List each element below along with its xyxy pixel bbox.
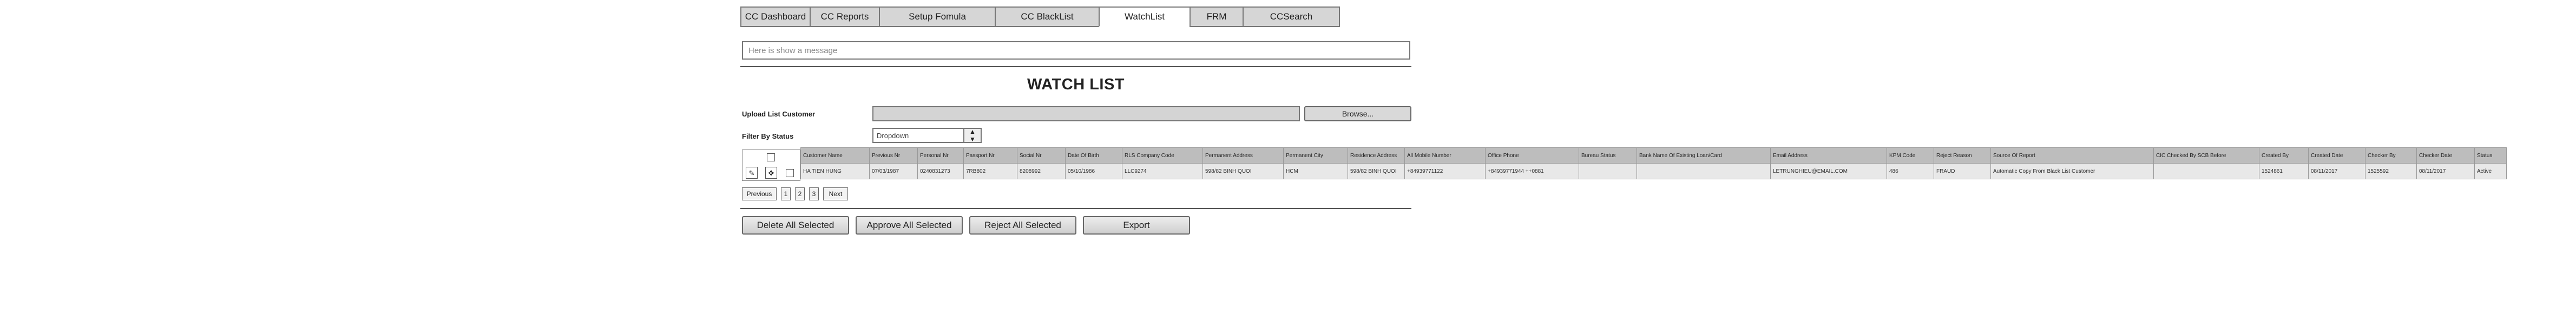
delete-all-selected-button[interactable]: Delete All Selected bbox=[742, 216, 849, 235]
table-cell: 1524861 bbox=[2259, 163, 2309, 179]
column-header[interactable]: KPM Code bbox=[1887, 147, 1934, 164]
column-header[interactable]: Passport Nr bbox=[963, 147, 1017, 164]
top-tab-bar: CC Dashboard CC Reports Setup Fomula CC … bbox=[740, 6, 1410, 27]
column-header[interactable]: Email Address bbox=[1770, 147, 1887, 164]
table-cell: 05/10/1986 bbox=[1065, 163, 1122, 179]
table-cell: 08/11/2017 bbox=[2416, 163, 2475, 179]
filter-label: Filter By Status bbox=[742, 132, 794, 140]
row-checkbox[interactable] bbox=[786, 169, 794, 177]
table-cell bbox=[2153, 163, 2259, 179]
table-cell: HCM bbox=[1283, 163, 1348, 179]
column-header[interactable]: Previous Nr bbox=[869, 147, 918, 164]
divider bbox=[740, 208, 1411, 209]
table-header-row: Customer Name Previous Nr Personal Nr Pa… bbox=[800, 147, 2507, 164]
tab-ccsearch[interactable]: CCSearch bbox=[1243, 6, 1340, 27]
column-header[interactable]: Social Nr bbox=[1017, 147, 1066, 164]
column-header[interactable]: Reject Reason bbox=[1934, 147, 1991, 164]
page-button[interactable]: 2 bbox=[795, 187, 805, 200]
column-header[interactable]: Created By bbox=[2259, 147, 2309, 164]
tab-cc-blacklist[interactable]: CC BlackList bbox=[995, 6, 1099, 27]
table-cell: 08/11/2017 bbox=[2308, 163, 2365, 179]
reject-all-selected-button[interactable]: Reject All Selected bbox=[969, 216, 1076, 235]
previous-page-button[interactable]: Previous bbox=[742, 187, 777, 200]
browse-button[interactable]: Browse... bbox=[1304, 106, 1411, 121]
message-box: Here is show a message bbox=[742, 41, 1410, 60]
column-header[interactable]: Permanent City bbox=[1283, 147, 1348, 164]
column-header[interactable]: All Mobile Number bbox=[1404, 147, 1486, 164]
table-cell bbox=[1579, 163, 1637, 179]
table-cell: 1525592 bbox=[2365, 163, 2417, 179]
table-cell: Automatic Copy From Black List Customer bbox=[1990, 163, 2154, 179]
move-icon[interactable]: ✥ bbox=[765, 167, 777, 179]
table-cell bbox=[1637, 163, 1771, 179]
table-cell: +84939771944 ++0881 bbox=[1485, 163, 1579, 179]
tab-cc-dashboard[interactable]: CC Dashboard bbox=[740, 6, 810, 27]
table-cell: 07/03/1987 bbox=[869, 163, 918, 179]
status-dropdown[interactable]: Dropdown ▲ ▼ bbox=[872, 128, 982, 143]
edit-icon[interactable]: ✎ bbox=[746, 167, 758, 179]
column-header[interactable]: RLS Company Code bbox=[1122, 147, 1203, 164]
divider bbox=[740, 66, 1411, 67]
export-button[interactable]: Export bbox=[1083, 216, 1190, 235]
column-header[interactable]: Source Of Report bbox=[1990, 147, 2154, 164]
page-button[interactable]: 3 bbox=[809, 187, 819, 200]
table-cell: 8208992 bbox=[1017, 163, 1066, 179]
row-controls-panel: ✎ ✥ bbox=[742, 150, 800, 181]
table-cell: +84939771122 bbox=[1404, 163, 1486, 179]
table-cell: 7RB802 bbox=[963, 163, 1017, 179]
column-header[interactable]: Bureau Status bbox=[1579, 147, 1637, 164]
column-header[interactable]: Bank Name Of Existing Loan/Card bbox=[1637, 147, 1771, 164]
table-cell: LETRUNGHIEU@EMAIL.COM bbox=[1770, 163, 1887, 179]
next-page-button[interactable]: Next bbox=[823, 187, 848, 200]
column-header[interactable]: Personal Nr bbox=[917, 147, 964, 164]
column-header[interactable]: Office Phone bbox=[1485, 147, 1579, 164]
page-title: WATCH LIST bbox=[1027, 76, 1125, 93]
column-header[interactable]: Created Date bbox=[2308, 147, 2365, 164]
table-cell: HA TIEN HUNG bbox=[800, 163, 870, 179]
tab-cc-reports[interactable]: CC Reports bbox=[810, 6, 879, 27]
table-cell: LLC9274 bbox=[1122, 163, 1203, 179]
table-row[interactable]: HA TIEN HUNG 07/03/1987 0240831273 7RB80… bbox=[800, 163, 2507, 179]
column-header[interactable]: Date Of Birth bbox=[1065, 147, 1122, 164]
approve-all-selected-button[interactable]: Approve All Selected bbox=[856, 216, 963, 235]
column-header[interactable]: Checker Date bbox=[2416, 147, 2475, 164]
upload-file-input[interactable] bbox=[872, 106, 1300, 121]
tab-frm[interactable]: FRM bbox=[1190, 6, 1243, 27]
upload-label: Upload List Customer bbox=[742, 110, 816, 118]
table-cell: Active bbox=[2474, 163, 2507, 179]
spinner-arrows-icon[interactable]: ▲ ▼ bbox=[963, 128, 981, 143]
tab-setup-fomula[interactable]: Setup Fomula bbox=[879, 6, 995, 27]
tab-watchlist[interactable]: WatchList bbox=[1099, 6, 1190, 27]
table-cell: FRAUD bbox=[1934, 163, 1991, 179]
table-cell: 598/82 BINH QUOI bbox=[1348, 163, 1405, 179]
column-header[interactable]: Checker By bbox=[2365, 147, 2417, 164]
table-cell: 486 bbox=[1887, 163, 1934, 179]
column-header[interactable]: Permanent Address bbox=[1202, 147, 1284, 164]
status-dropdown-value: Dropdown bbox=[877, 131, 909, 140]
table-cell: 0240831273 bbox=[917, 163, 964, 179]
column-header[interactable]: Customer Name bbox=[800, 147, 870, 164]
select-all-checkbox[interactable] bbox=[767, 153, 775, 161]
table-cell: 598/82 BINH QUOI bbox=[1202, 163, 1284, 179]
column-header[interactable]: Residence Address bbox=[1348, 147, 1405, 164]
column-header[interactable]: Status bbox=[2474, 147, 2507, 164]
column-header[interactable]: CIC Checked By SCB Before bbox=[2153, 147, 2259, 164]
page-button[interactable]: 1 bbox=[781, 187, 791, 200]
watchlist-table: Customer Name Previous Nr Personal Nr Pa… bbox=[800, 147, 2507, 179]
